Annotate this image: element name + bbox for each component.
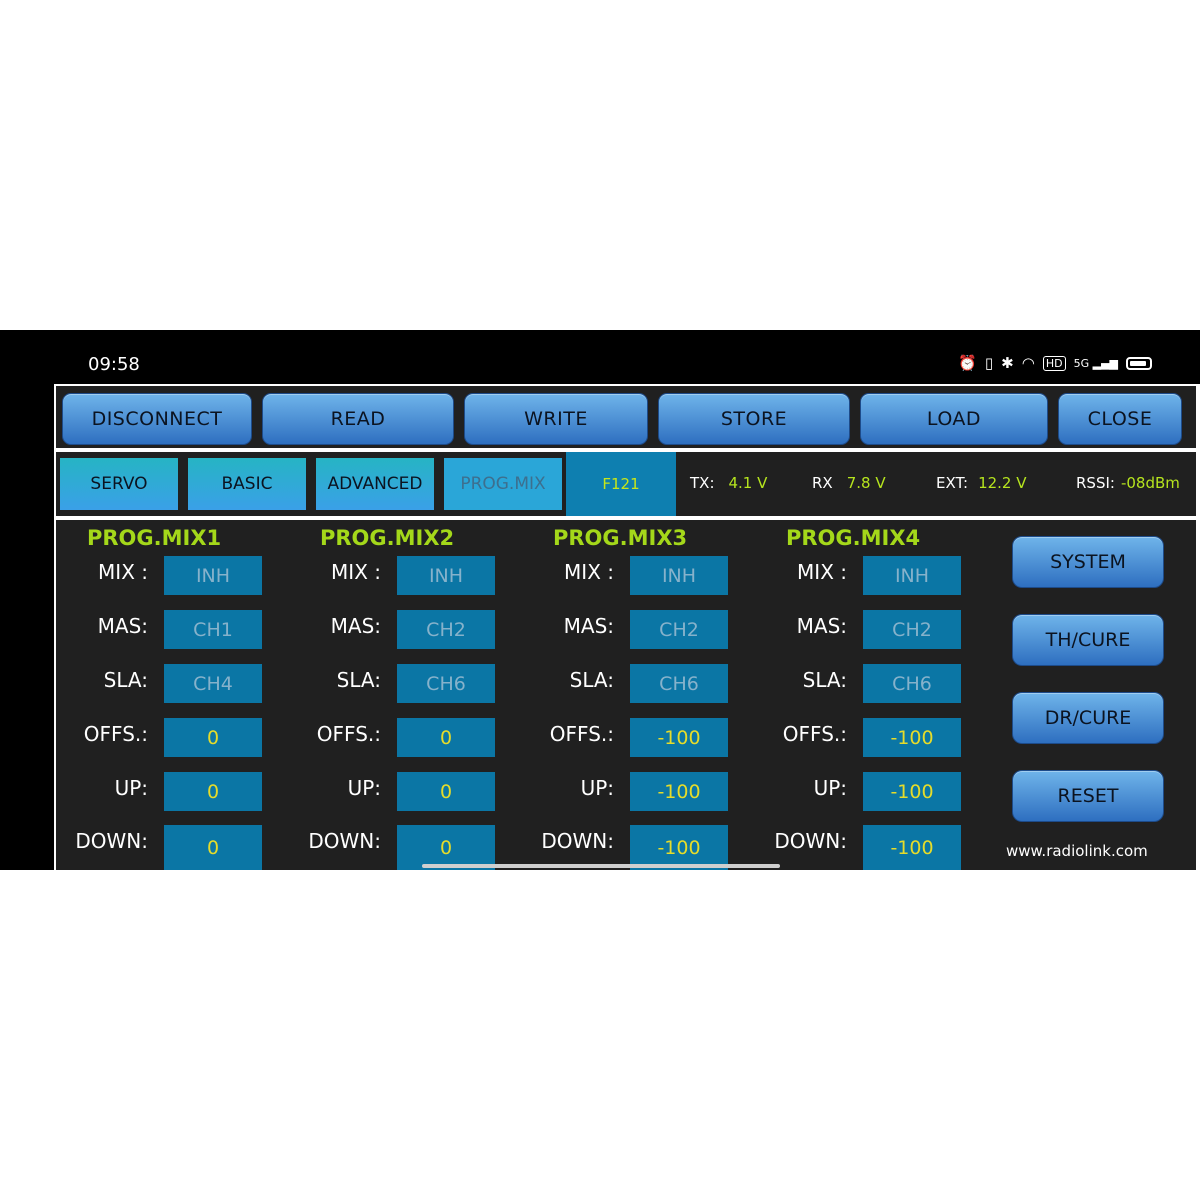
up-label: UP: — [813, 776, 847, 800]
status-icons: ⏰ ▯ ✱ ◠ HD 5G ▂▄▆ — [958, 354, 1152, 372]
hd-icon: HD — [1042, 355, 1066, 371]
mix-value[interactable]: INH — [863, 556, 961, 595]
down-value[interactable]: -100 — [863, 825, 961, 870]
write-button[interactable]: WRITE — [464, 393, 648, 445]
up-value[interactable]: -100 — [863, 772, 961, 811]
master-label: MAS: — [563, 614, 614, 638]
model-name: F121 — [566, 452, 676, 516]
rx-voltage: RX 7.8 V — [812, 474, 886, 492]
read-button[interactable]: READ — [262, 393, 454, 445]
up-value[interactable]: -100 — [630, 772, 728, 811]
mix-label: MIX : — [98, 560, 148, 584]
master-label: MAS: — [330, 614, 381, 638]
column-title: PROG.MIX3 — [553, 526, 688, 550]
dual-rate-curve-button[interactable]: DR/CURE — [1012, 692, 1164, 744]
offset-label: OFFS.: — [782, 722, 847, 746]
slave-label: SLA: — [802, 668, 847, 692]
5g-signal-icon: 5G ▂▄▆ — [1073, 356, 1118, 370]
column-title: PROG.MIX4 — [786, 526, 921, 550]
disconnect-button[interactable]: DISCONNECT — [62, 393, 252, 445]
mix-label: MIX : — [797, 560, 847, 584]
mix-label: MIX : — [564, 560, 614, 584]
system-button[interactable]: SYSTEM — [1012, 536, 1164, 588]
offset-label: OFFS.: — [316, 722, 381, 746]
rssi: RSSI: -08dBm — [1076, 474, 1180, 492]
tab-progmix[interactable]: PROG.MIX — [444, 458, 562, 510]
column-title: PROG.MIX2 — [320, 526, 455, 550]
up-label: UP: — [114, 776, 148, 800]
up-label: UP: — [347, 776, 381, 800]
up-label: UP: — [580, 776, 614, 800]
slave-value[interactable]: CH6 — [397, 664, 495, 703]
slave-label: SLA: — [336, 668, 381, 692]
up-value[interactable]: 0 — [164, 772, 262, 811]
mix-value[interactable]: INH — [630, 556, 728, 595]
status-time: 09:58 — [88, 354, 140, 375]
toolbar: DISCONNECT READ WRITE STORE LOAD CLOSE — [56, 386, 1196, 448]
throttle-curve-button[interactable]: TH/CURE — [1012, 614, 1164, 666]
mix-label: MIX : — [331, 560, 381, 584]
tab-servo[interactable]: SERVO — [60, 458, 178, 510]
progmix-column-4: PROG.MIX4 MIX : INH MAS: CH2 SLA: CH6 OF… — [755, 520, 985, 870]
battery-icon — [1126, 356, 1152, 370]
app-window: DISCONNECT READ WRITE STORE LOAD CLOSE S… — [54, 384, 1200, 870]
down-value[interactable]: 0 — [164, 825, 262, 870]
reset-button[interactable]: RESET — [1012, 770, 1164, 822]
progmix-panel: PROG.MIX1 MIX : INH MAS: CH1 SLA: CH4 OF… — [56, 520, 1196, 870]
down-label: DOWN: — [308, 829, 381, 853]
bluetooth-icon: ✱ — [1001, 354, 1014, 372]
website-link: www.radiolink.com — [1006, 842, 1148, 860]
slave-label: SLA: — [103, 668, 148, 692]
vibrate-icon: ▯ — [984, 354, 994, 372]
close-button[interactable]: CLOSE — [1058, 393, 1182, 445]
offset-label: OFFS.: — [549, 722, 614, 746]
mix-value[interactable]: INH — [397, 556, 495, 595]
progmix-column-2: PROG.MIX2 MIX : INH MAS: CH2 SLA: CH6 OF… — [289, 520, 519, 870]
column-title: PROG.MIX1 — [87, 526, 222, 550]
mix-value[interactable]: INH — [164, 556, 262, 595]
master-label: MAS: — [796, 614, 847, 638]
progmix-column-1: PROG.MIX1 MIX : INH MAS: CH1 SLA: CH4 OF… — [56, 520, 286, 870]
load-button[interactable]: LOAD — [860, 393, 1048, 445]
offset-value[interactable]: -100 — [630, 718, 728, 757]
offset-label: OFFS.: — [83, 722, 148, 746]
home-indicator[interactable] — [422, 864, 780, 868]
tx-voltage: TX: 4.1 V — [690, 474, 768, 492]
slave-value[interactable]: CH6 — [863, 664, 961, 703]
slave-value[interactable]: CH4 — [164, 664, 262, 703]
master-value[interactable]: CH2 — [397, 610, 495, 649]
slave-label: SLA: — [569, 668, 614, 692]
ext-voltage: EXT: 12.2 V — [936, 474, 1027, 492]
tab-basic[interactable]: BASIC — [188, 458, 306, 510]
alarm-icon: ⏰ — [958, 354, 977, 372]
down-label: DOWN: — [774, 829, 847, 853]
tab-advanced[interactable]: ADVANCED — [316, 458, 434, 510]
master-label: MAS: — [97, 614, 148, 638]
down-label: DOWN: — [541, 829, 614, 853]
offset-value[interactable]: 0 — [397, 718, 495, 757]
offset-value[interactable]: -100 — [863, 718, 961, 757]
master-value[interactable]: CH2 — [863, 610, 961, 649]
phone-screen: 09:58 ⏰ ▯ ✱ ◠ HD 5G ▂▄▆ DISCONNECT READ … — [0, 330, 1200, 870]
store-button[interactable]: STORE — [658, 393, 850, 445]
up-value[interactable]: 0 — [397, 772, 495, 811]
master-value[interactable]: CH2 — [630, 610, 728, 649]
wifi-icon: ◠ — [1021, 354, 1035, 372]
tab-bar: SERVO BASIC ADVANCED PROG.MIX F121 TX: 4.… — [56, 452, 1196, 516]
down-label: DOWN: — [75, 829, 148, 853]
slave-value[interactable]: CH6 — [630, 664, 728, 703]
progmix-column-3: PROG.MIX3 MIX : INH MAS: CH2 SLA: CH6 OF… — [522, 520, 752, 870]
master-value[interactable]: CH1 — [164, 610, 262, 649]
offset-value[interactable]: 0 — [164, 718, 262, 757]
